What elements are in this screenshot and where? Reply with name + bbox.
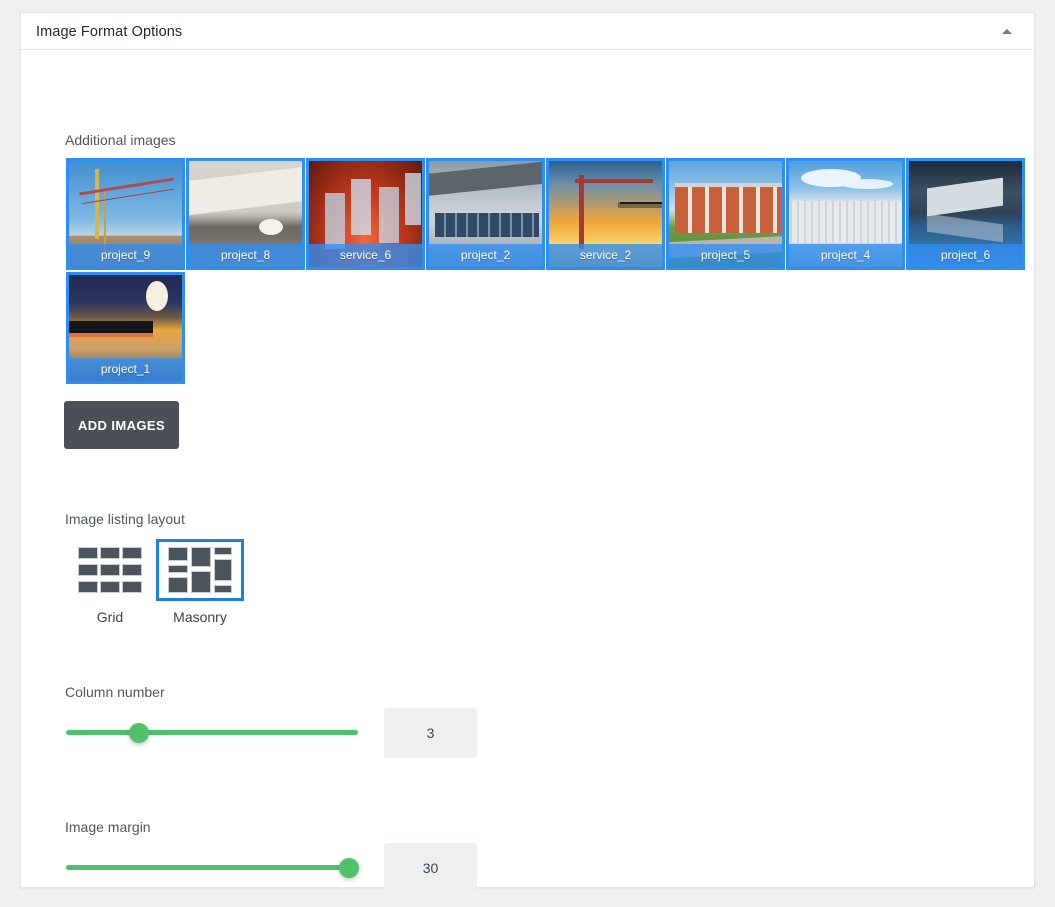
grid-option-box	[66, 539, 154, 601]
thumbnail-label: project_5	[669, 244, 782, 267]
additional-images-gallery: project_9 project_8 service_6 project_2 …	[66, 158, 1026, 386]
masonry-option-box	[156, 539, 244, 601]
column-number-value[interactable]: 3	[384, 708, 477, 758]
page-title: Image Format Options	[36, 24, 183, 40]
thumbnail-item[interactable]: project_8	[186, 158, 305, 270]
thumbnail-item[interactable]: project_5	[666, 158, 785, 270]
grid-layout-icon	[78, 547, 142, 593]
thumbnail-item[interactable]: project_1	[66, 272, 185, 384]
panel-header: Image Format Options	[21, 13, 1034, 50]
panel-body: Additional images project_9 project_8 se…	[21, 50, 1034, 893]
thumbnail-item[interactable]: project_2	[426, 158, 545, 270]
masonry-layout-icon	[168, 547, 232, 593]
image-margin-label: Image margin	[65, 819, 151, 835]
image-margin-slider-track[interactable]	[66, 865, 358, 870]
thumbnail-label: project_1	[69, 358, 182, 381]
thumbnail-item[interactable]: service_2	[546, 158, 665, 270]
collapse-panel-toggle[interactable]	[992, 13, 1022, 49]
image-format-options-panel: Image Format Options Additional images p…	[20, 12, 1035, 893]
column-number-slider-track[interactable]	[66, 730, 358, 735]
layout-option-label: Grid	[96, 609, 124, 625]
column-number-slider-handle[interactable]	[129, 723, 149, 743]
thumbnail-label: service_2	[549, 244, 662, 267]
layout-option-masonry[interactable]: Masonry	[155, 539, 245, 625]
image-listing-layout-label: Image listing layout	[65, 511, 185, 527]
add-images-button[interactable]: ADD IMAGES	[64, 401, 179, 449]
image-margin-value[interactable]: 30	[384, 843, 477, 893]
image-margin-slider-handle[interactable]	[339, 858, 359, 878]
thumbnail-label: project_8	[189, 244, 302, 267]
image-listing-layout-options: Grid Masonry	[65, 539, 245, 625]
thumbnail-label: project_9	[69, 244, 182, 267]
thumbnail-label: project_4	[789, 244, 902, 267]
thumbnail-label: project_6	[909, 244, 1022, 267]
layout-option-grid[interactable]: Grid	[65, 539, 155, 625]
thumbnail-label: service_6	[309, 244, 422, 267]
thumbnail-item[interactable]: project_4	[786, 158, 905, 270]
caret-up-icon	[1002, 29, 1012, 34]
thumbnail-item[interactable]: project_6	[906, 158, 1025, 270]
layout-option-label: Masonry	[173, 609, 227, 625]
thumbnail-item[interactable]: service_6	[306, 158, 425, 270]
additional-images-label: Additional images	[65, 132, 176, 148]
column-number-label: Column number	[65, 684, 165, 700]
thumbnail-label: project_2	[429, 244, 542, 267]
thumbnail-item[interactable]: project_9	[66, 158, 185, 270]
